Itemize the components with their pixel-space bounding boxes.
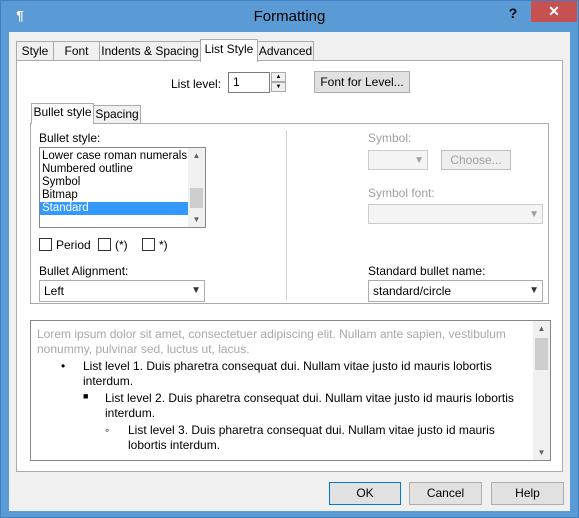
scroll-up-icon[interactable]: ▲ xyxy=(188,148,205,163)
preview-level1: List level 1. Duis pharetra consequat du… xyxy=(83,359,492,388)
bullet-alignment-label: Bullet Alignment: xyxy=(39,264,129,278)
symbol-select[interactable]: ▼ xyxy=(368,150,428,170)
list-scrollbar[interactable]: ▲ ▼ xyxy=(188,148,205,227)
period-checkbox[interactable] xyxy=(39,238,52,251)
list-style-panel: List level: 1 ▲ ▼ Font for Level... Bull… xyxy=(16,60,563,472)
level2-bullet: ■ xyxy=(83,391,89,401)
standard-bullet-name-select[interactable]: standard/circle ▼ xyxy=(368,280,543,302)
choose-button[interactable]: Choose... xyxy=(441,150,511,170)
preview-level3: List level 3. Duis pharetra consequat du… xyxy=(128,423,495,452)
help-title-button[interactable]: ? xyxy=(499,2,527,24)
list-level-stepper[interactable]: ▲ ▼ xyxy=(271,72,286,92)
window-title: Formatting xyxy=(253,8,326,25)
list-level-input[interactable]: 1 xyxy=(228,72,270,93)
font-for-level-button[interactable]: Font for Level... xyxy=(314,71,410,93)
formatting-dialog: ¶ Formatting ? ✕ Style Font Indents & Sp… xyxy=(0,0,579,518)
ok-button[interactable]: OK xyxy=(329,482,401,505)
standard-bullet-name-label: Standard bullet name: xyxy=(368,264,486,278)
bullet-style-panel: Bullet style: Lower case roman numerals … xyxy=(30,123,549,304)
chevron-down-icon: ▼ xyxy=(529,209,539,220)
period-label: Period xyxy=(56,238,91,252)
dialog-body: Style Font Indents & Spacing List Style … xyxy=(9,32,570,511)
chevron-down-icon: ▼ xyxy=(414,155,424,166)
bullet-style-list[interactable]: Lower case roman numerals Numbered outli… xyxy=(39,147,206,228)
help-button[interactable]: Help xyxy=(491,482,564,505)
tab-advanced[interactable]: Advanced xyxy=(257,41,314,61)
tab-style[interactable]: Style xyxy=(16,41,54,61)
preview-lorem: Lorem ipsum dolor sit amet, consectetuer… xyxy=(37,327,506,356)
symbol-label: Symbol: xyxy=(368,131,412,145)
bullet-alignment-select[interactable]: Left ▼ xyxy=(39,280,205,302)
star-paren-checkbox[interactable] xyxy=(142,238,155,251)
scroll-thumb[interactable] xyxy=(535,338,548,370)
tab-indents-spacing[interactable]: Indents & Spacing xyxy=(99,41,201,61)
list-item[interactable]: Lower case roman numerals xyxy=(40,150,188,163)
paren-star-checkbox[interactable] xyxy=(98,238,111,251)
list-item-selected[interactable]: Standard xyxy=(40,202,188,215)
tab-font[interactable]: Font xyxy=(53,41,100,61)
scroll-down-icon[interactable]: ▼ xyxy=(533,445,550,460)
close-icon: ✕ xyxy=(548,3,560,19)
paren-star-label: (*) xyxy=(115,238,128,252)
subtab-bullet-style[interactable]: Bullet style xyxy=(31,103,94,124)
list-item[interactable]: Bitmap xyxy=(40,189,188,202)
chevron-down-icon: ▼ xyxy=(529,285,539,296)
preview-scrollbar[interactable]: ▲ ▼ xyxy=(533,321,550,460)
divider xyxy=(286,130,287,300)
chevron-up-icon[interactable]: ▲ xyxy=(271,72,286,82)
preview-level2: List level 2. Duis pharetra consequat du… xyxy=(105,391,514,420)
chevron-down-icon: ▼ xyxy=(191,285,201,296)
tab-list-style[interactable]: List Style xyxy=(200,39,258,62)
list-level-label: List level: xyxy=(171,77,222,91)
scroll-down-icon[interactable]: ▼ xyxy=(188,212,205,227)
symbol-font-label: Symbol font: xyxy=(368,186,435,200)
symbol-font-select[interactable]: ▼ xyxy=(368,204,543,224)
close-button[interactable]: ✕ xyxy=(531,1,577,22)
preview-pane: Lorem ipsum dolor sit amet, consectetuer… xyxy=(30,320,551,461)
subtab-spacing[interactable]: Spacing xyxy=(93,105,141,124)
bullet-style-label: Bullet style: xyxy=(39,131,101,145)
scroll-thumb[interactable] xyxy=(190,188,203,208)
chevron-down-icon[interactable]: ▼ xyxy=(271,82,286,92)
list-item[interactable]: Symbol xyxy=(40,176,188,189)
scroll-up-icon[interactable]: ▲ xyxy=(533,321,550,336)
cancel-button[interactable]: Cancel xyxy=(409,482,482,505)
list-item[interactable]: Numbered outline xyxy=(40,163,188,176)
title-bar[interactable]: ¶ Formatting ? ✕ xyxy=(1,1,578,32)
level1-bullet: • xyxy=(61,359,66,373)
level3-bullet: ◦ xyxy=(105,423,110,437)
bullet-alignment-value: Left xyxy=(44,284,65,298)
standard-bullet-name-value: standard/circle xyxy=(373,284,452,298)
star-paren-label: *) xyxy=(159,238,168,252)
